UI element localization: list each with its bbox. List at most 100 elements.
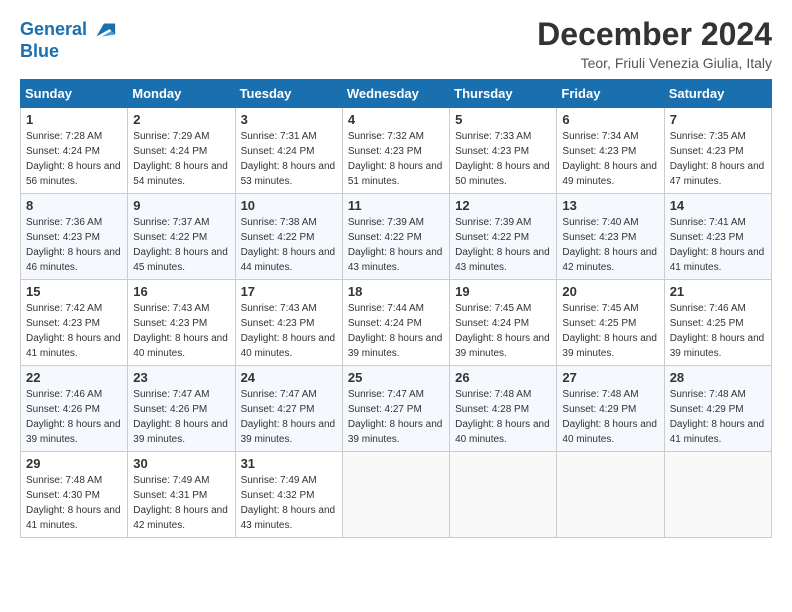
day-number: 8 [26,198,122,213]
day-number: 24 [241,370,337,385]
day-detail: Sunrise: 7:35 AMSunset: 4:23 PMDaylight:… [670,129,766,189]
day-detail: Sunrise: 7:48 AMSunset: 4:28 PMDaylight:… [455,387,551,447]
month-year-title: December 2024 [537,16,772,53]
table-cell: 30 Sunrise: 7:49 AMSunset: 4:31 PMDaylig… [128,452,235,538]
day-number: 16 [133,284,229,299]
day-number: 6 [562,112,658,127]
day-number: 22 [26,370,122,385]
location-subtitle: Teor, Friuli Venezia Giulia, Italy [537,55,772,71]
table-cell: 1 Sunrise: 7:28 AMSunset: 4:24 PMDayligh… [21,108,128,194]
page-header: General Blue December 2024 Teor, Friuli … [20,16,772,71]
day-number: 13 [562,198,658,213]
table-cell: 8 Sunrise: 7:36 AMSunset: 4:23 PMDayligh… [21,194,128,280]
table-cell: 26 Sunrise: 7:48 AMSunset: 4:28 PMDaylig… [450,366,557,452]
calendar-header-row: Sunday Monday Tuesday Wednesday Thursday… [21,80,772,108]
table-cell: 19 Sunrise: 7:45 AMSunset: 4:24 PMDaylig… [450,280,557,366]
day-detail: Sunrise: 7:45 AMSunset: 4:24 PMDaylight:… [455,301,551,361]
day-detail: Sunrise: 7:48 AMSunset: 4:30 PMDaylight:… [26,473,122,533]
table-cell [450,452,557,538]
table-cell: 14 Sunrise: 7:41 AMSunset: 4:23 PMDaylig… [664,194,771,280]
day-detail: Sunrise: 7:44 AMSunset: 4:24 PMDaylight:… [348,301,444,361]
day-detail: Sunrise: 7:48 AMSunset: 4:29 PMDaylight:… [562,387,658,447]
table-cell: 24 Sunrise: 7:47 AMSunset: 4:27 PMDaylig… [235,366,342,452]
col-wednesday: Wednesday [342,80,449,108]
table-cell: 4 Sunrise: 7:32 AMSunset: 4:23 PMDayligh… [342,108,449,194]
col-monday: Monday [128,80,235,108]
col-friday: Friday [557,80,664,108]
table-cell: 5 Sunrise: 7:33 AMSunset: 4:23 PMDayligh… [450,108,557,194]
table-cell: 28 Sunrise: 7:48 AMSunset: 4:29 PMDaylig… [664,366,771,452]
day-number: 30 [133,456,229,471]
table-cell [342,452,449,538]
table-cell: 3 Sunrise: 7:31 AMSunset: 4:24 PMDayligh… [235,108,342,194]
day-detail: Sunrise: 7:43 AMSunset: 4:23 PMDaylight:… [241,301,337,361]
week-row-4: 22 Sunrise: 7:46 AMSunset: 4:26 PMDaylig… [21,366,772,452]
col-thursday: Thursday [450,80,557,108]
day-detail: Sunrise: 7:49 AMSunset: 4:31 PMDaylight:… [133,473,229,533]
col-tuesday: Tuesday [235,80,342,108]
day-detail: Sunrise: 7:33 AMSunset: 4:23 PMDaylight:… [455,129,551,189]
day-detail: Sunrise: 7:39 AMSunset: 4:22 PMDaylight:… [455,215,551,275]
day-number: 26 [455,370,551,385]
table-cell: 25 Sunrise: 7:47 AMSunset: 4:27 PMDaylig… [342,366,449,452]
table-cell: 2 Sunrise: 7:29 AMSunset: 4:24 PMDayligh… [128,108,235,194]
day-number: 19 [455,284,551,299]
table-cell: 18 Sunrise: 7:44 AMSunset: 4:24 PMDaylig… [342,280,449,366]
day-number: 11 [348,198,444,213]
day-number: 12 [455,198,551,213]
table-cell: 20 Sunrise: 7:45 AMSunset: 4:25 PMDaylig… [557,280,664,366]
logo-text2: Blue [20,42,59,62]
day-detail: Sunrise: 7:41 AMSunset: 4:23 PMDaylight:… [670,215,766,275]
day-detail: Sunrise: 7:37 AMSunset: 4:22 PMDaylight:… [133,215,229,275]
day-number: 18 [348,284,444,299]
logo: General Blue [20,16,117,62]
table-cell: 29 Sunrise: 7:48 AMSunset: 4:30 PMDaylig… [21,452,128,538]
day-number: 23 [133,370,229,385]
table-cell: 27 Sunrise: 7:48 AMSunset: 4:29 PMDaylig… [557,366,664,452]
table-cell [664,452,771,538]
day-number: 5 [455,112,551,127]
table-cell: 7 Sunrise: 7:35 AMSunset: 4:23 PMDayligh… [664,108,771,194]
col-sunday: Sunday [21,80,128,108]
day-detail: Sunrise: 7:36 AMSunset: 4:23 PMDaylight:… [26,215,122,275]
day-detail: Sunrise: 7:42 AMSunset: 4:23 PMDaylight:… [26,301,122,361]
day-detail: Sunrise: 7:49 AMSunset: 4:32 PMDaylight:… [241,473,337,533]
day-number: 31 [241,456,337,471]
table-cell: 6 Sunrise: 7:34 AMSunset: 4:23 PMDayligh… [557,108,664,194]
week-row-2: 8 Sunrise: 7:36 AMSunset: 4:23 PMDayligh… [21,194,772,280]
table-cell: 23 Sunrise: 7:47 AMSunset: 4:26 PMDaylig… [128,366,235,452]
day-number: 3 [241,112,337,127]
day-number: 29 [26,456,122,471]
day-detail: Sunrise: 7:39 AMSunset: 4:22 PMDaylight:… [348,215,444,275]
day-number: 9 [133,198,229,213]
week-row-1: 1 Sunrise: 7:28 AMSunset: 4:24 PMDayligh… [21,108,772,194]
day-detail: Sunrise: 7:46 AMSunset: 4:26 PMDaylight:… [26,387,122,447]
day-number: 1 [26,112,122,127]
day-number: 10 [241,198,337,213]
table-cell: 9 Sunrise: 7:37 AMSunset: 4:22 PMDayligh… [128,194,235,280]
day-detail: Sunrise: 7:47 AMSunset: 4:27 PMDaylight:… [241,387,337,447]
table-cell: 31 Sunrise: 7:49 AMSunset: 4:32 PMDaylig… [235,452,342,538]
table-cell: 11 Sunrise: 7:39 AMSunset: 4:22 PMDaylig… [342,194,449,280]
day-detail: Sunrise: 7:29 AMSunset: 4:24 PMDaylight:… [133,129,229,189]
table-cell: 16 Sunrise: 7:43 AMSunset: 4:23 PMDaylig… [128,280,235,366]
day-detail: Sunrise: 7:47 AMSunset: 4:27 PMDaylight:… [348,387,444,447]
table-cell: 10 Sunrise: 7:38 AMSunset: 4:22 PMDaylig… [235,194,342,280]
day-number: 27 [562,370,658,385]
day-number: 25 [348,370,444,385]
calendar-table: Sunday Monday Tuesday Wednesday Thursday… [20,79,772,538]
week-row-5: 29 Sunrise: 7:48 AMSunset: 4:30 PMDaylig… [21,452,772,538]
day-detail: Sunrise: 7:28 AMSunset: 4:24 PMDaylight:… [26,129,122,189]
day-detail: Sunrise: 7:47 AMSunset: 4:26 PMDaylight:… [133,387,229,447]
col-saturday: Saturday [664,80,771,108]
day-detail: Sunrise: 7:38 AMSunset: 4:22 PMDaylight:… [241,215,337,275]
week-row-3: 15 Sunrise: 7:42 AMSunset: 4:23 PMDaylig… [21,280,772,366]
day-detail: Sunrise: 7:31 AMSunset: 4:24 PMDaylight:… [241,129,337,189]
day-detail: Sunrise: 7:34 AMSunset: 4:23 PMDaylight:… [562,129,658,189]
table-cell: 17 Sunrise: 7:43 AMSunset: 4:23 PMDaylig… [235,280,342,366]
day-number: 14 [670,198,766,213]
table-cell: 12 Sunrise: 7:39 AMSunset: 4:22 PMDaylig… [450,194,557,280]
table-cell: 15 Sunrise: 7:42 AMSunset: 4:23 PMDaylig… [21,280,128,366]
day-number: 2 [133,112,229,127]
day-number: 21 [670,284,766,299]
